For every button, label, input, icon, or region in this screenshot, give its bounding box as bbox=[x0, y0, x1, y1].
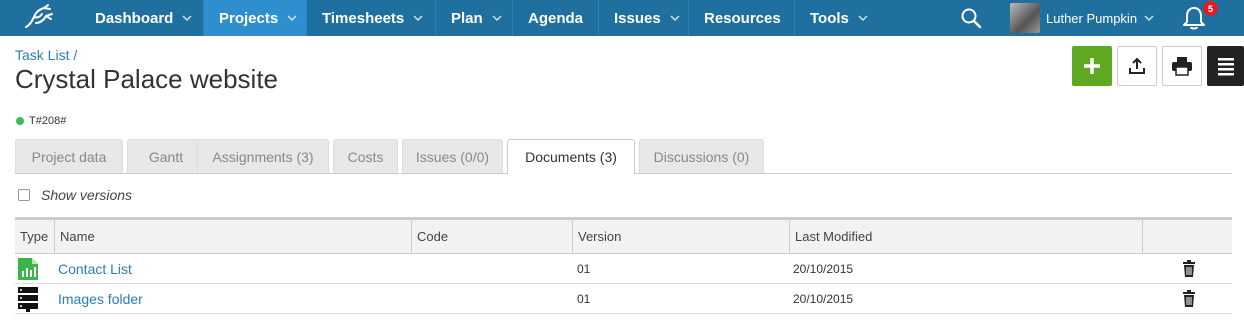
show-versions-checkbox[interactable] bbox=[18, 189, 30, 201]
tab-gantt[interactable]: Gantt bbox=[127, 139, 205, 173]
tab-costs[interactable]: Costs bbox=[333, 139, 398, 173]
plus-icon bbox=[1084, 58, 1100, 74]
table-header: Type Name Code Version Last Modified bbox=[15, 220, 1232, 254]
print-button[interactable] bbox=[1162, 46, 1202, 86]
nav-timesheets-label: Timesheets bbox=[322, 9, 405, 27]
page-title: Crystal Palace website bbox=[15, 64, 278, 94]
chevron-down-icon bbox=[182, 15, 192, 22]
spreadsheet-icon bbox=[17, 254, 39, 283]
add-button[interactable] bbox=[1072, 46, 1112, 86]
document-modified: 20/10/2015 bbox=[793, 291, 854, 306]
document-version: 01 bbox=[577, 261, 591, 276]
server-icon bbox=[17, 284, 39, 313]
column-name[interactable]: Name bbox=[55, 220, 412, 253]
document-name-link[interactable]: Images folder bbox=[58, 284, 143, 313]
nav-issues[interactable]: Issues bbox=[599, 0, 689, 36]
nav-plan[interactable]: Plan bbox=[436, 0, 513, 36]
nav-plan-label: Plan bbox=[451, 9, 483, 27]
document-name[interactable]: Contact List bbox=[58, 261, 132, 277]
column-actions bbox=[1143, 220, 1232, 253]
trash-icon[interactable] bbox=[1182, 260, 1196, 277]
table-row: Images folder 01 20/10/2015 bbox=[15, 284, 1232, 314]
nav-projects-label: Projects bbox=[219, 9, 279, 27]
nav-timesheets[interactable]: Timesheets bbox=[307, 0, 436, 36]
documents-table: Type Name Code Version Last Modified Con… bbox=[15, 217, 1232, 314]
table-row: Contact List 01 20/10/2015 bbox=[15, 254, 1232, 284]
search-button[interactable] bbox=[958, 4, 984, 32]
show-versions-toggle[interactable]: Show versions bbox=[18, 187, 132, 203]
tab-discussions[interactable]: Discussions (0) bbox=[639, 139, 764, 173]
nav-tools[interactable]: Tools bbox=[795, 0, 885, 36]
nav-resources-label: Resources bbox=[704, 9, 781, 27]
document-name[interactable]: Images folder bbox=[58, 291, 143, 307]
chevron-down-icon bbox=[858, 15, 868, 22]
nav-agenda[interactable]: Agenda bbox=[513, 0, 599, 36]
user-menu[interactable]: Luther Pumpkin bbox=[1010, 0, 1155, 36]
list-icon bbox=[1217, 58, 1234, 76]
show-versions-label: Show versions bbox=[41, 187, 133, 203]
nav-dashboard-label: Dashboard bbox=[95, 9, 174, 27]
upload-button[interactable] bbox=[1117, 46, 1157, 86]
document-modified: 20/10/2015 bbox=[793, 261, 854, 276]
tab-documents[interactable]: Documents (3) bbox=[507, 139, 635, 174]
chevron-down-icon bbox=[670, 15, 680, 22]
search-icon bbox=[961, 8, 982, 29]
tab-issues[interactable]: Issues (0/0) bbox=[402, 139, 503, 173]
document-version: 01 bbox=[577, 291, 591, 306]
list-menu-button[interactable] bbox=[1207, 46, 1244, 86]
top-navbar: Dashboard Projects Timesheets Plan Agend… bbox=[0, 0, 1244, 36]
document-name-link[interactable]: Contact List bbox=[58, 254, 132, 283]
project-tabs: Project data Gantt Assignments (3) Costs… bbox=[15, 139, 1232, 174]
column-last-modified[interactable]: Last Modified bbox=[790, 220, 1143, 253]
project-code: T#208# bbox=[16, 115, 66, 127]
tab-project-data[interactable]: Project data bbox=[15, 139, 123, 173]
column-type[interactable]: Type bbox=[15, 220, 55, 253]
trash-icon[interactable] bbox=[1182, 290, 1196, 307]
nav-projects[interactable]: Projects bbox=[204, 0, 307, 36]
chevron-down-icon bbox=[492, 15, 502, 22]
tab-assignments[interactable]: Assignments (3) bbox=[197, 139, 329, 173]
chevron-down-icon bbox=[413, 15, 423, 22]
upload-icon bbox=[1129, 57, 1145, 74]
column-code[interactable]: Code bbox=[412, 220, 573, 253]
nav-tools-label: Tools bbox=[810, 9, 849, 27]
nav-issues-label: Issues bbox=[614, 9, 661, 27]
project-code-text: T#208# bbox=[29, 115, 67, 127]
nav-agenda-label: Agenda bbox=[528, 9, 584, 27]
user-name: Luther Pumpkin bbox=[1046, 10, 1138, 26]
logo-icon[interactable] bbox=[0, 0, 80, 36]
breadcrumb[interactable]: Task List / bbox=[15, 47, 77, 63]
notification-badge: 5 bbox=[1203, 1, 1218, 16]
chevron-down-icon bbox=[1144, 15, 1154, 22]
status-dot bbox=[16, 117, 24, 125]
chevron-down-icon bbox=[287, 15, 297, 22]
column-version[interactable]: Version bbox=[573, 220, 790, 253]
printer-icon bbox=[1172, 57, 1192, 76]
nav-resources[interactable]: Resources bbox=[689, 0, 795, 36]
nav-dashboard[interactable]: Dashboard bbox=[80, 0, 204, 36]
avatar bbox=[1010, 3, 1040, 33]
